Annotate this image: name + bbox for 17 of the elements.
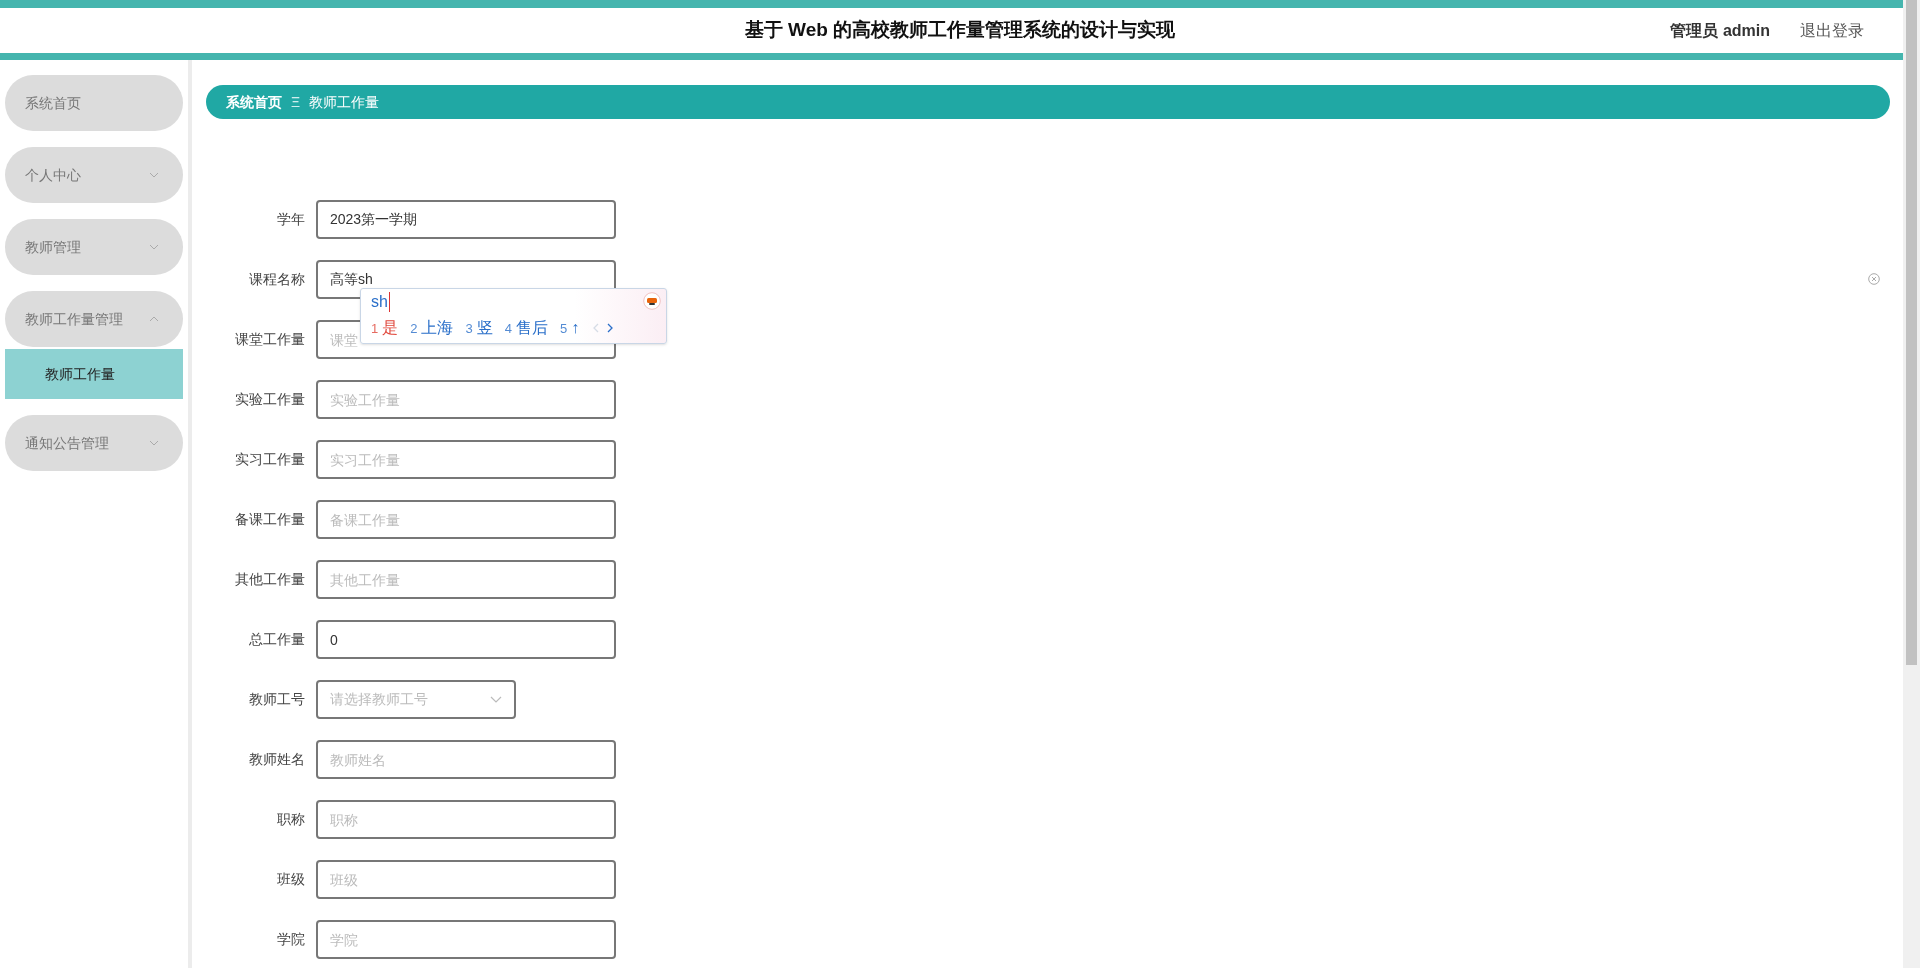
user-label: 管理员 admin — [1670, 20, 1770, 41]
field-label: 实习工作量 — [234, 450, 306, 469]
field-label: 教师姓名 — [248, 750, 306, 769]
field-label: 总工作量 — [248, 630, 306, 649]
field-label: 班级 — [276, 870, 306, 889]
field-label: 备课工作量 — [234, 510, 306, 529]
field-label: 学院 — [276, 930, 306, 949]
field-label: 课堂工作量 — [234, 330, 306, 349]
field-label: 其他工作量 — [234, 570, 306, 589]
field-label: 职称 — [276, 810, 306, 829]
window-title: 基于 Web 的高校教师工作量管理系统的设计与实现 — [744, 18, 1176, 43]
ime-composition: sh — [371, 292, 390, 312]
field-label: 实验工作量 — [234, 390, 306, 409]
field-label: 课程名称 — [248, 270, 306, 289]
breadcrumb-separator: Ξ — [291, 92, 301, 112]
field-label: 学年 — [276, 210, 306, 229]
field-label: 教师工号 — [248, 690, 306, 709]
